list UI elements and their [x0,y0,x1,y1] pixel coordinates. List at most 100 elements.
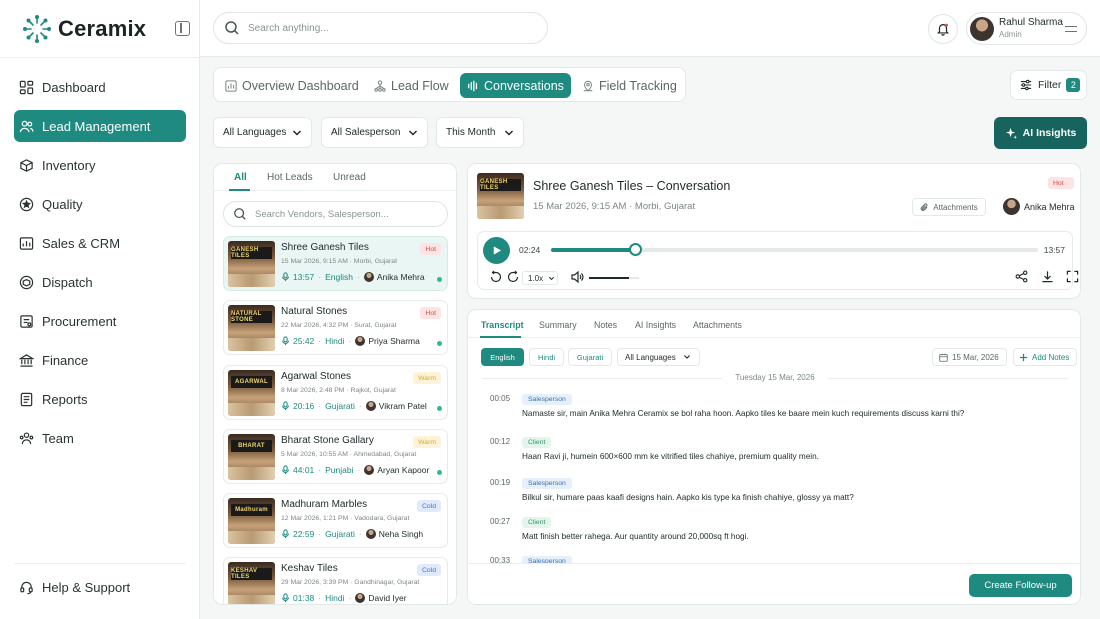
progress-slider[interactable] [551,243,1038,256]
list-item[interactable]: Madhuram Madhuram Marbles Cold 12 Mar 2026,… [223,493,448,548]
recording-info: 25:42 · Hindi · Priya Sharma [281,336,420,346]
volume-slider[interactable] [589,277,639,279]
language-dropdown[interactable]: All Languages [213,117,312,148]
list-item[interactable]: KESHAV TILES Keshav Tiles Cold 29 Mar 2026,… [223,557,448,604]
sidebar-item-quality[interactable]: Quality [14,188,186,220]
tab-summary[interactable]: Summary [539,320,577,330]
create-follow-up-button[interactable]: Create Follow-up [969,574,1072,597]
microphone-icon [282,401,289,411]
salesperson-name: Aryan Kapoor [377,465,430,475]
lang-pill-gujarati[interactable]: Gujarati [568,348,612,366]
list-item[interactable]: NATURAL STONE Natural Stones Hot 22 Mar 202… [223,300,448,355]
thumb-floor [228,531,275,544]
sidebar-collapse-icon[interactable] [175,21,190,36]
sliders-icon [1020,79,1032,91]
sidebar-item-reports[interactable]: Reports [14,383,186,415]
tab-overview-dashboard[interactable]: Overview Dashboard [218,73,366,98]
ai-insights-button[interactable]: AI Insights [994,117,1087,149]
play-button[interactable] [483,237,510,264]
attachments-button[interactable]: Attachments [912,198,986,216]
sidebar-item-team[interactable]: Team [14,422,186,454]
dropdown-value: All Languages [223,127,287,138]
tab-lead-flow[interactable]: Lead Flow [367,73,456,98]
filter-button[interactable]: Filter 2 [1010,70,1087,100]
logo[interactable]: Ceramix [22,14,146,44]
forward-10-button[interactable] [506,270,520,284]
plus-icon [1019,353,1028,361]
document-icon [19,392,34,407]
sidebar-item-procurement[interactable]: Procurement [14,305,186,337]
avatar [365,529,376,539]
shop-sign: KESHAV TILES [231,568,272,580]
transcript-language-dropdown[interactable]: All Languages [617,348,700,366]
avatar [355,336,366,346]
salesperson-dropdown[interactable]: All Salesperson [321,117,428,148]
sparkle-icon [1005,127,1017,139]
online-dot [437,341,442,346]
salesperson-chip: David Iyer [355,593,407,603]
share-button[interactable] [1015,270,1028,283]
message-text: Namaste sir, main Anika Mehra Ceramix se… [522,409,965,418]
speaker-badge: Client [522,437,552,448]
status-badge: Cold [417,564,441,576]
active-tab-indicator [229,189,250,191]
tab-attachments[interactable]: Attachments [693,320,742,330]
date-chip[interactable]: 15 Mar, 2026 [932,348,1007,366]
sidebar-item-sales-crm[interactable]: Sales & CRM [14,227,186,259]
call-duration: 22:59 [293,529,315,539]
package-icon [19,275,34,290]
list-item[interactable]: GANESH TILES Shree Ganesh Tiles Hot 15 Mar … [223,236,448,291]
lang-pill-english[interactable]: English [481,348,524,366]
attachments-label: Attachments [933,202,978,212]
lang-pill-hindi[interactable]: Hindi [529,348,564,366]
help-support-link[interactable]: Help & Support [19,580,130,595]
audio-player: 02:24 13:57 1.0x [477,231,1079,290]
avatar [364,465,375,475]
add-notes-button[interactable]: Add Notes [1013,348,1077,366]
search-input[interactable]: Search anything... [213,12,548,44]
separator: · [318,272,322,282]
active-tab-indicator [480,336,521,338]
tab-ai-insights[interactable]: AI Insights [635,320,676,330]
message-text: Matt finish better rahega. Aur quantity … [522,532,749,541]
tab-transcript[interactable]: Transcript [481,320,524,330]
tab-unread[interactable]: Unread [333,172,366,183]
sidebar-item-label: Team [42,430,74,446]
call-duration: 44:01 [293,465,315,475]
tab-notes[interactable]: Notes [594,320,617,330]
tab-all[interactable]: All [234,172,247,183]
date-range-dropdown[interactable]: This Month [436,117,524,148]
cart-icon [19,314,34,329]
progress-handle[interactable] [628,243,642,256]
salesperson-name: Anika Mehra [1024,201,1075,212]
view-tabs: Overview Dashboard Lead Flow Conversatio… [213,67,686,102]
status-badge: Warm [413,372,441,384]
day-separator: Tuesday 15 Mar, 2026 [468,373,1080,382]
sidebar-item-dashboard[interactable]: Dashboard [14,71,186,103]
list-item[interactable]: AGARWAL Agarwal Stones Warm 8 Mar 2026, 2:4… [223,365,448,420]
sidebar-item-label: Inventory [42,157,96,173]
sidebar-item-lead-management[interactable]: Lead Management [14,110,186,142]
divider [14,563,186,564]
list-item[interactable]: BHARAT Bharat Stone Gallary Warm 5 Mar 2026… [223,429,448,484]
shop-sign: GANESH TILES [231,247,272,259]
conversation-list-panel: All Hot Leads Unread Search Vendors, Sal… [213,163,457,605]
tab-hot-leads[interactable]: Hot Leads [267,172,313,183]
sidebar-item-inventory[interactable]: Inventory [14,149,186,181]
salesperson-name: David Iyer [368,593,407,603]
volume-button[interactable] [570,270,584,284]
conversation-title: Shree Ganesh Tiles – Conversation [533,179,731,193]
separator: · [318,401,322,411]
download-button[interactable] [1041,270,1054,283]
playback-speed-dropdown[interactable]: 1.0x [522,271,558,285]
sidebar-item-finance[interactable]: Finance [14,344,186,376]
notifications-button[interactable] [928,14,958,44]
user-menu[interactable]: Rahul Sharma Admin [966,12,1087,45]
tab-field-tracking[interactable]: Field Tracking [575,73,684,98]
vendor-search-input[interactable]: Search Vendors, Salesperson... [223,201,448,227]
sidebar-item-dispatch[interactable]: Dispatch [14,266,186,298]
rewind-10-button[interactable] [489,270,503,284]
fullscreen-button[interactable] [1066,270,1079,283]
tab-conversations[interactable]: Conversations [460,73,571,98]
volume-fill [589,277,629,279]
